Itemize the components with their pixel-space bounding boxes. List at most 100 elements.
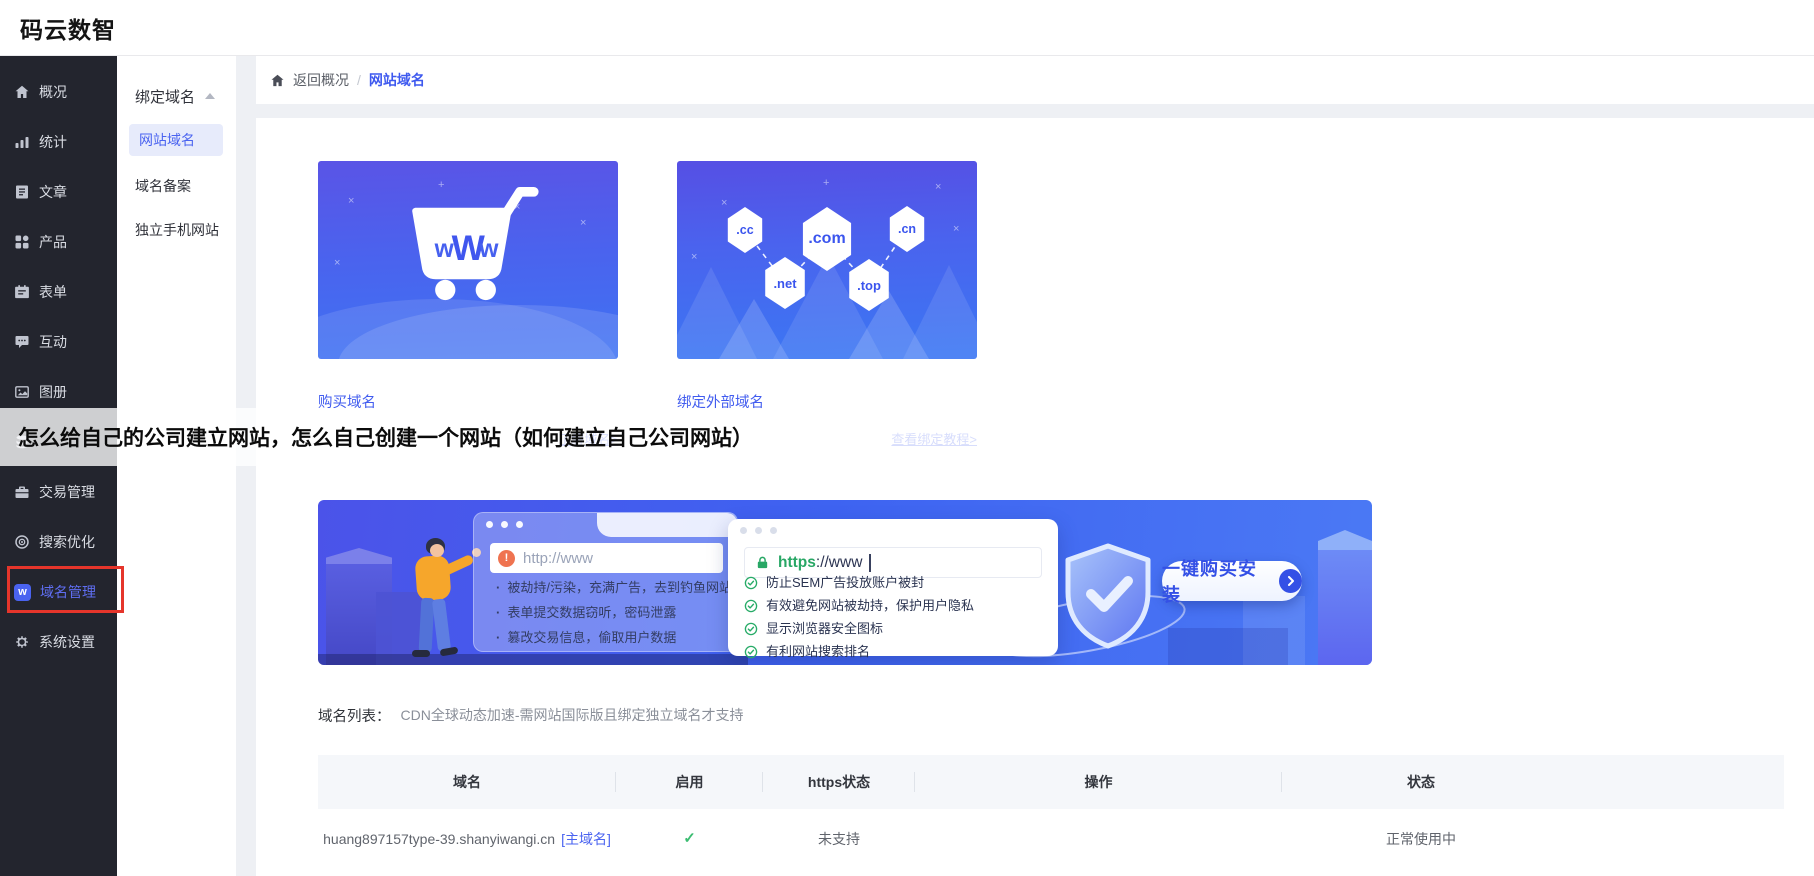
arrow-circle-icon: [1279, 569, 1302, 593]
risk-item: 篡改交易信息，偷取用户数据: [496, 625, 732, 650]
cell-status: 正常使用中: [1282, 829, 1560, 876]
sidebar-item-label: 图册: [39, 382, 67, 402]
submenu-item-icp-filing[interactable]: 域名备案: [117, 164, 236, 208]
cell-operations: [915, 829, 1282, 876]
cell-filler: [1560, 829, 1784, 876]
caption-overlay-band: 怎么给自己的公司建立网站，怎么自己创建一个网站（如何建立自己公司网站）: [0, 408, 1002, 466]
benefit-item: 有利网站搜索排名: [744, 640, 974, 663]
col-header-domain: 域名: [318, 755, 616, 809]
sparkle-icon: ×: [580, 217, 586, 229]
risk-item: 被劫持/污染，充满广告，去到钓鱼网站: [496, 575, 732, 600]
main-area: 返回概况 / 网站域名 × + × × ×: [256, 56, 1814, 876]
submenu-item-mobile-site[interactable]: 独立手机网站: [117, 208, 236, 252]
app-logo: 码云数智: [20, 11, 116, 45]
risk-item: 表单提交数据窃听，密码泄露: [496, 600, 732, 625]
domain-list-header: 域名列表： CDN全球动态加速-需网站国际版且绑定独立域名才支持: [318, 705, 1784, 725]
sidebar-item-label: 文章: [39, 182, 67, 202]
sparkle-icon: ×: [348, 195, 354, 207]
one-click-buy-install-button[interactable]: 一键购买安装: [1162, 561, 1302, 601]
sidebar-item-interaction[interactable]: 互动: [0, 317, 117, 367]
shopping-cart-icon: wWw: [398, 179, 548, 307]
sidebar-item-label: 互动: [39, 332, 67, 352]
cta-label: 一键购买安装: [1162, 555, 1271, 607]
buy-domain-illustration: × + × × × wWw: [318, 161, 618, 359]
check-circle-icon: [744, 576, 758, 590]
browser-dots-icon: [486, 521, 523, 528]
check-circle-icon: [744, 599, 758, 613]
svg-text:w: w: [478, 236, 499, 263]
sidebar-item-trade[interactable]: 交易管理: [0, 467, 117, 517]
stats-icon: [14, 134, 30, 150]
article-icon: [14, 184, 30, 200]
bind-domain-illustration: × + × × × .cc .com: [677, 161, 977, 359]
sidebar-item-label: 交易管理: [39, 482, 95, 502]
ground-shadow: [318, 654, 748, 665]
cards-row: × + × × × wWw: [318, 161, 1784, 412]
sidebar-item-articles[interactable]: 文章: [0, 167, 117, 217]
check-circle-icon: [744, 622, 758, 636]
cell-domain: huang897157type-39.shanyiwangi.cn [主域名]: [318, 829, 616, 876]
table-header-row: 域名 启用 https状态 操作 状态: [318, 755, 1784, 809]
submenu-group-bind-domain[interactable]: 绑定域名: [135, 80, 236, 112]
insecure-browser-mockup: ! http://www 被劫持/污染，充满广告，去到钓鱼网站 表单提交数据窃听…: [473, 512, 738, 652]
sidebar-item-products[interactable]: 产品: [0, 217, 117, 267]
url-rest: ://www: [816, 554, 863, 572]
building-shape: [1318, 544, 1372, 665]
main-sidebar: 概况 统计 文章 产品 表单 互动 图册: [0, 56, 117, 876]
sidebar-item-label: 概况: [39, 82, 67, 102]
home-icon: [14, 84, 30, 100]
sidebar-item-label: 表单: [39, 282, 67, 302]
breadcrumb-current[interactable]: 网站域名: [369, 70, 425, 90]
cell-https-status: 未支持: [763, 829, 915, 876]
home-icon: [270, 73, 285, 88]
submenu-item-website-domain[interactable]: 网站域名: [129, 124, 223, 156]
text-cursor: [869, 554, 871, 572]
sparkle-icon: ×: [334, 257, 340, 269]
col-header-enabled: 启用: [616, 755, 763, 809]
https-benefit-list: 防止SEM广告投放账户被封 有效避免网站被劫持，保护用户隐私 显示浏览器安全图标…: [744, 571, 974, 663]
breadcrumb-back-link[interactable]: 返回概况: [293, 70, 349, 90]
chat-icon: [14, 334, 30, 350]
primary-domain-tag[interactable]: [主域名]: [561, 831, 611, 847]
bind-domain-card[interactable]: × + × × × .cc .com: [677, 161, 977, 412]
building-top-shape: [1318, 530, 1372, 550]
col-header-status: 状态: [1282, 755, 1560, 809]
sidebar-item-overview[interactable]: 概况: [0, 67, 117, 117]
breadcrumb-separator: /: [357, 72, 361, 88]
insecure-risk-list: 被劫持/污染，充满广告，去到钓鱼网站 表单提交数据窃听，密码泄露 篡改交易信息，…: [496, 575, 732, 650]
page: { "app": { "logo_text": "码云数智" }, "sideb…: [0, 0, 1814, 876]
col-header-operations: 操作: [915, 755, 1282, 809]
sidebar-item-stats[interactable]: 统计: [0, 117, 117, 167]
insecure-address-bar: ! http://www: [490, 543, 723, 573]
check-circle-icon: [744, 645, 758, 659]
sidebar-item-forms[interactable]: 表单: [0, 267, 117, 317]
domain-list-label: 域名列表：: [318, 705, 391, 726]
domain-list-note: CDN全球动态加速-需网站国际版且绑定独立域名才支持: [401, 705, 744, 725]
sidebar-item-seo[interactable]: 搜索优化: [0, 517, 117, 567]
sidebar-item-label: 系统设置: [39, 632, 95, 652]
products-grid-icon: [14, 234, 30, 250]
col-header-https-status: https状态: [763, 755, 915, 809]
cell-enabled-check: ✓: [616, 829, 763, 876]
caption-text: 怎么给自己的公司建立网站，怎么自己创建一个网站（如何建立自己公司网站）: [18, 422, 753, 452]
gallery-icon: [14, 384, 30, 400]
sidebar-item-settings[interactable]: 系统设置: [0, 617, 117, 667]
buy-domain-card[interactable]: × + × × × wWw: [318, 161, 618, 412]
https-promo-banner: ! http://www 被劫持/污染，充满广告，去到钓鱼网站 表单提交数据窃听…: [318, 500, 1372, 665]
content-panel: × + × × × wWw: [256, 118, 1814, 876]
form-icon: [14, 284, 30, 300]
col-header-filler: [1560, 755, 1784, 809]
secure-browser-mockup: https://www 防止SEM广告投放账户被封 有效避免网站被劫持，保护用户…: [728, 519, 1058, 656]
domain-submenu: 绑定域名 网站域名 域名备案 独立手机网站: [117, 56, 236, 876]
building-top-shape: [326, 548, 392, 564]
benefit-item: 显示浏览器安全图标: [744, 617, 974, 640]
submenu-group-label: 绑定域名: [135, 86, 195, 107]
warning-icon: !: [498, 550, 515, 567]
sidebar-item-label: 产品: [39, 232, 67, 252]
table-row: huang897157type-39.shanyiwangi.cn [主域名] ✓…: [318, 809, 1784, 876]
app-header: 码云数智: [0, 0, 1814, 56]
domain-text: huang897157type-39.shanyiwangi.cn: [323, 831, 555, 847]
target-icon: [14, 534, 30, 550]
red-annotation-box: [7, 566, 124, 613]
browser-dots-icon: [740, 527, 777, 534]
